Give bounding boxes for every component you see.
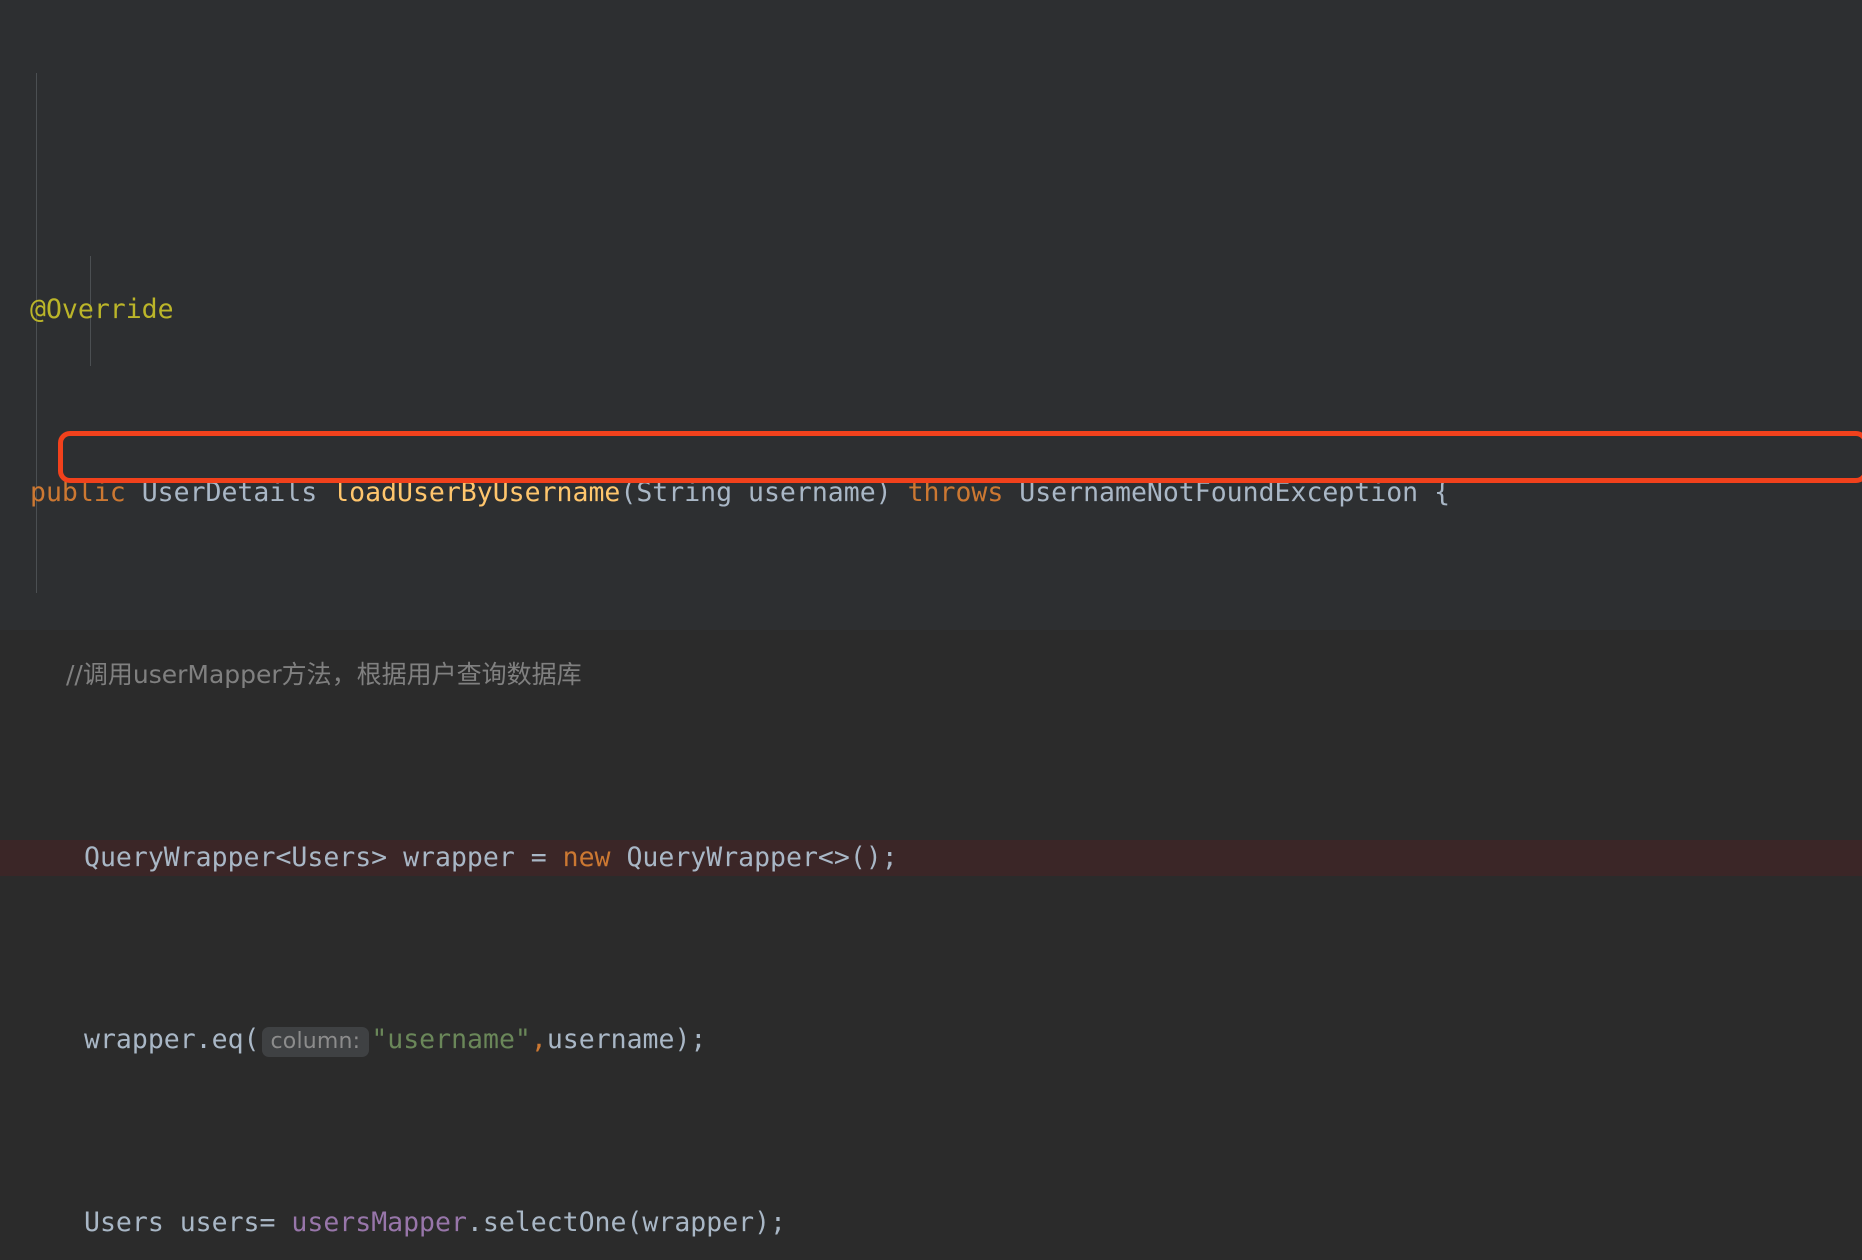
space-1	[126, 477, 142, 508]
code-line-1[interactable]: @Override	[0, 292, 1862, 329]
indent-guide-level-1	[36, 73, 37, 593]
param-type-string: String	[636, 476, 733, 508]
code-line-4[interactable]: QueryWrapper<Users> wrapper = new QueryW…	[0, 839, 1862, 876]
decl-querywrapper: QueryWrapper<Users> wrapper =	[84, 841, 563, 873]
comment-usermapper: //调用userMapper方法，根据用户查询数据库	[66, 660, 582, 689]
code-line-3[interactable]: //调用userMapper方法，根据用户查询数据库	[0, 657, 1862, 694]
annotation-override: @Override	[30, 294, 174, 325]
param-name-username: username	[732, 476, 876, 508]
code-line-2[interactable]: public UserDetails loadUserByUsername(St…	[0, 475, 1862, 512]
param-hint-column[interactable]: column:	[261, 1027, 370, 1057]
field-usersmapper: usersMapper	[291, 1206, 467, 1238]
type-userdetails: UserDetails	[141, 476, 318, 508]
string-username: "username"	[371, 1024, 531, 1055]
ctor-querywrapper: QueryWrapper<>();	[610, 841, 898, 873]
space-2	[317, 477, 333, 508]
call-wrapper-eq: wrapper.eq(	[84, 1024, 260, 1055]
code-surface[interactable]: @Override public UserDetails loadUserByU…	[0, 0, 1862, 1238]
comma-5: ,	[530, 1024, 547, 1055]
code-line-5[interactable]: wrapper.eq(column: "username",username);	[0, 1022, 1862, 1059]
keyword-new-4: new	[562, 841, 611, 873]
method-name-loaduserbyusername: loadUserByUsername	[333, 476, 621, 508]
code-editor[interactable]: @Override public UserDetails loadUserByU…	[0, 0, 1862, 1238]
code-line-6[interactable]: Users users= usersMapper.selectOne(wrapp…	[0, 1205, 1862, 1242]
type-usernamenotfoundexception: UsernameNotFoundException {	[1003, 476, 1451, 508]
keyword-public: public	[30, 476, 126, 508]
paren-close-2: )	[875, 476, 908, 508]
decl-users: Users users=	[84, 1206, 292, 1238]
paren-open-2: (	[620, 476, 637, 508]
call-selectone: .selectOne(wrapper);	[466, 1206, 787, 1238]
keyword-throws: throws	[907, 476, 1004, 508]
arg-username: username);	[546, 1024, 707, 1055]
